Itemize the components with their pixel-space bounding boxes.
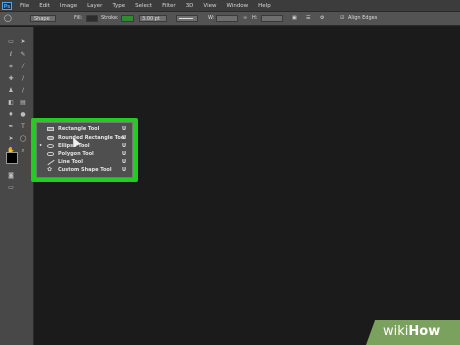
menu-select[interactable]: Select [135, 3, 152, 9]
brush-tool-icon[interactable]: ∕ [19, 76, 27, 82]
dodge-tool-icon[interactable]: ● [19, 112, 27, 118]
pen-tool-icon[interactable]: ✒ [7, 124, 15, 130]
w-label: W: [208, 15, 215, 21]
menu-type[interactable]: Type [112, 3, 125, 9]
height-field[interactable] [261, 15, 283, 22]
options-bar: ◯ Shape Fill: Stroke: 3.00 pt W: ∞ H: ▣ … [0, 11, 460, 26]
menu-edit[interactable]: Edit [39, 3, 50, 9]
arrange-icon[interactable]: ⚙ [320, 15, 324, 21]
lasso-tool-icon[interactable]: ℓ [7, 52, 15, 58]
stamp-tool-icon[interactable]: ♟ [7, 88, 15, 94]
path-ops-icon[interactable]: ▣ [292, 15, 297, 21]
active-bullet: • [39, 143, 43, 149]
polygon-icon [47, 152, 54, 156]
crop-tool-icon[interactable]: ⌗ [7, 64, 15, 70]
path-select-tool-icon[interactable]: ➤ [7, 136, 15, 142]
watermark-wiki: wiki [383, 324, 409, 339]
flyout-line-tool[interactable]: Line Tool U [37, 158, 132, 166]
stroke-size-value: 3.00 pt [142, 16, 160, 22]
blur-tool-icon[interactable]: ♦ [7, 112, 15, 118]
marquee-tool-icon[interactable]: ▭ [7, 39, 15, 45]
mode-select[interactable]: Shape [30, 15, 56, 22]
foreground-color-swatch[interactable] [6, 152, 18, 164]
link-icon[interactable]: ∞ [243, 15, 247, 21]
menu-filter[interactable]: Filter [162, 3, 176, 9]
watermark-how: How [408, 324, 441, 339]
tools-panel: ▭ ➤ ℓ ✎ ⌗ ⁄ ✚ ∕ ♟ ∕ ◧ ▤ ♦ ● ✒ T ➤ ◯ ✋ ⌕ … [0, 27, 34, 345]
stroke-label: Stroke: [101, 15, 119, 21]
stroke-line-icon [179, 18, 193, 19]
history-brush-tool-icon[interactable]: ∕ [19, 88, 27, 94]
rounded-rectangle-icon [47, 136, 54, 140]
flyout-rectangle-tool[interactable]: Rectangle Tool U [37, 125, 132, 133]
menu-view[interactable]: View [203, 3, 216, 9]
align-edges-label: Align Edges [348, 15, 378, 21]
line-icon [47, 159, 55, 166]
rectangle-icon [47, 127, 54, 131]
menu-image[interactable]: Image [60, 3, 77, 9]
zoom-tool-icon[interactable]: ⌕ [19, 148, 27, 154]
width-field[interactable] [216, 15, 238, 22]
wikihow-watermark: wikiHow [383, 324, 440, 339]
menu-help[interactable]: Help [258, 3, 271, 9]
screen-mode-icon[interactable]: ▭ [7, 185, 15, 191]
eyedropper-tool-icon[interactable]: ⁄ [19, 64, 27, 70]
stroke-size-field[interactable]: 3.00 pt [139, 15, 167, 22]
stroke-type-select[interactable] [176, 15, 198, 22]
ellipse-icon [47, 144, 54, 148]
shape-tool-icon[interactable]: ◯ [19, 136, 27, 142]
menu-layer[interactable]: Layer [87, 3, 102, 9]
photoshop-logo: Ps [2, 1, 12, 10]
flyout-rounded-rectangle-tool[interactable]: Rounded Rectangle Tool U [37, 134, 132, 142]
move-tool-icon[interactable]: ➤ [19, 39, 27, 45]
canvas-area[interactable] [34, 27, 460, 345]
flyout-custom-shape-tool[interactable]: ✿ Custom Shape Tool U [37, 166, 132, 174]
flyout-ellipse-tool[interactable]: • Ellipse Tool U [37, 142, 132, 150]
path-align-icon[interactable]: ☰ [306, 15, 310, 21]
menu-window[interactable]: Window [226, 3, 248, 9]
tool-preset-icon[interactable]: ◯ [4, 14, 12, 22]
eraser-tool-icon[interactable]: ◧ [7, 100, 15, 106]
quick-select-tool-icon[interactable]: ✎ [19, 52, 27, 58]
stroke-swatch[interactable] [121, 15, 134, 22]
menu-3d[interactable]: 3D [186, 3, 194, 9]
menu-file[interactable]: File [20, 3, 29, 9]
fill-label: Fill: [74, 15, 83, 21]
quick-mask-icon[interactable]: ◙ [7, 173, 15, 179]
align-edges-checkbox[interactable]: ☑ [340, 15, 344, 21]
shape-tools-flyout: Rectangle Tool U Rounded Rectangle Tool … [36, 122, 133, 178]
healing-tool-icon[interactable]: ✚ [7, 76, 15, 82]
gradient-tool-icon[interactable]: ▤ [19, 100, 27, 106]
flyout-polygon-tool[interactable]: Polygon Tool U [37, 150, 132, 158]
type-tool-icon[interactable]: T [19, 124, 27, 130]
menu-bar: Ps File Edit Image Layer Type Select Fil… [0, 0, 460, 11]
mode-value: Shape [34, 16, 50, 22]
h-label: H: [252, 15, 258, 21]
fill-swatch[interactable] [86, 15, 98, 22]
custom-shape-icon: ✿ [47, 166, 53, 173]
